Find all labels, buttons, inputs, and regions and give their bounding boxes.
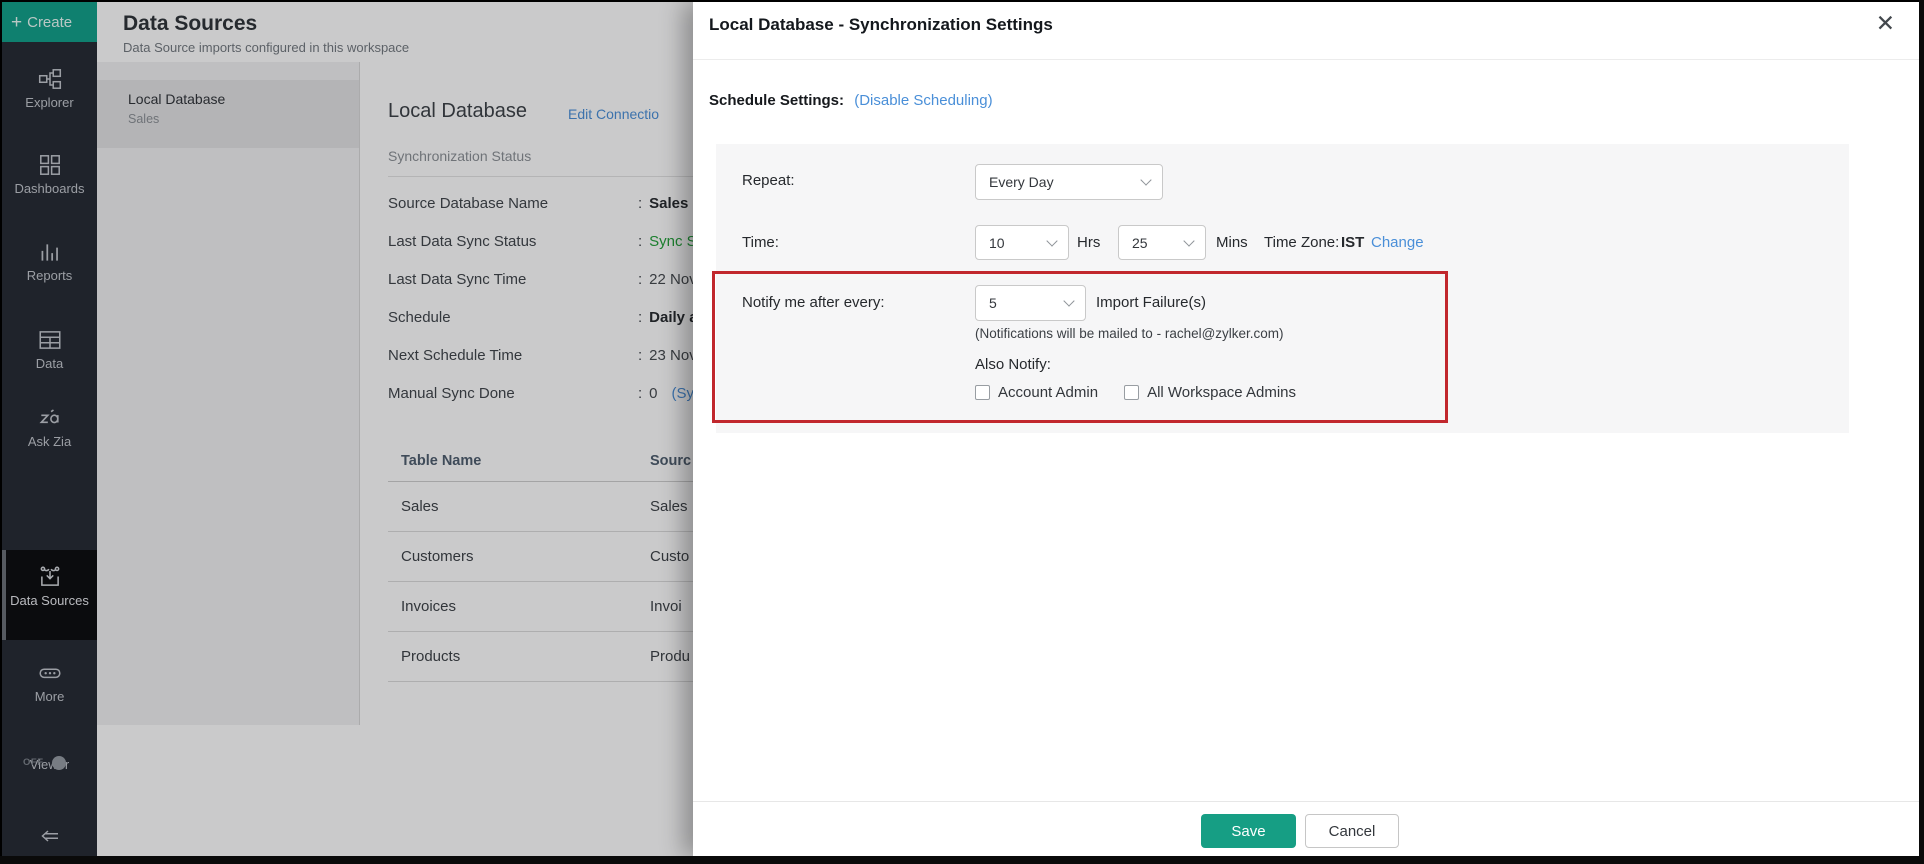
account-admin-checkbox-group: Account Admin [975, 384, 1098, 401]
modal-title: Local Database - Synchronization Setting… [709, 15, 1053, 35]
minutes-select[interactable]: 25 [1118, 225, 1206, 260]
also-notify-label: Also Notify: [975, 356, 1051, 373]
hours-select[interactable]: 10 [975, 225, 1069, 260]
checkbox-label: Account Admin [998, 384, 1098, 401]
minutes-select-value: 25 [1132, 235, 1148, 251]
close-icon[interactable]: ✕ [1876, 10, 1895, 38]
timezone-value: IST [1341, 225, 1364, 260]
window-border [0, 856, 1924, 864]
minutes-unit-label: Mins [1216, 225, 1248, 260]
chevron-down-icon [1063, 295, 1074, 306]
hours-unit-label: Hrs [1077, 225, 1100, 260]
import-failures-label: Import Failure(s) [1096, 293, 1206, 313]
hours-select-value: 10 [989, 235, 1005, 251]
notify-label: Notify me after every: [742, 293, 885, 313]
divider [693, 59, 1919, 60]
chevron-down-icon [1046, 235, 1057, 246]
sync-settings-modal: Local Database - Synchronization Setting… [693, 2, 1919, 856]
failure-count-select[interactable]: 5 [975, 285, 1086, 321]
change-timezone-link[interactable]: Change [1371, 225, 1424, 260]
cancel-button[interactable]: Cancel [1305, 814, 1399, 848]
app-window: + Create Explorer Dashboards [0, 0, 1924, 864]
schedule-settings-label: Schedule Settings: [709, 92, 844, 109]
notify-checkbox-row: Account Admin All Workspace Admins [975, 384, 1296, 401]
timezone-label: Time Zone: [1264, 225, 1339, 260]
chevron-down-icon [1140, 174, 1151, 185]
window-border [1919, 0, 1924, 864]
chevron-down-icon [1183, 235, 1194, 246]
workspace-admins-checkbox[interactable] [1124, 385, 1139, 400]
save-button[interactable]: Save [1201, 814, 1296, 848]
notify-highlight-box: Notify me after every: 5 Import Failure(… [712, 271, 1448, 423]
time-label: Time: [742, 234, 779, 251]
workspace-admins-checkbox-group: All Workspace Admins [1124, 384, 1296, 401]
schedule-settings-row: Schedule Settings: (Disable Scheduling) [709, 92, 993, 109]
notification-note: (Notifications will be mailed to - rache… [975, 326, 1284, 341]
footer-divider [693, 801, 1919, 802]
app-content: + Create Explorer Dashboards [2, 2, 1919, 856]
failure-count-value: 5 [989, 295, 997, 311]
repeat-label: Repeat: [742, 172, 795, 189]
checkbox-label: All Workspace Admins [1147, 384, 1296, 401]
repeat-select[interactable]: Every Day [975, 164, 1163, 200]
account-admin-checkbox[interactable] [975, 385, 990, 400]
disable-scheduling-link[interactable]: (Disable Scheduling) [854, 92, 992, 109]
repeat-select-value: Every Day [989, 174, 1054, 190]
